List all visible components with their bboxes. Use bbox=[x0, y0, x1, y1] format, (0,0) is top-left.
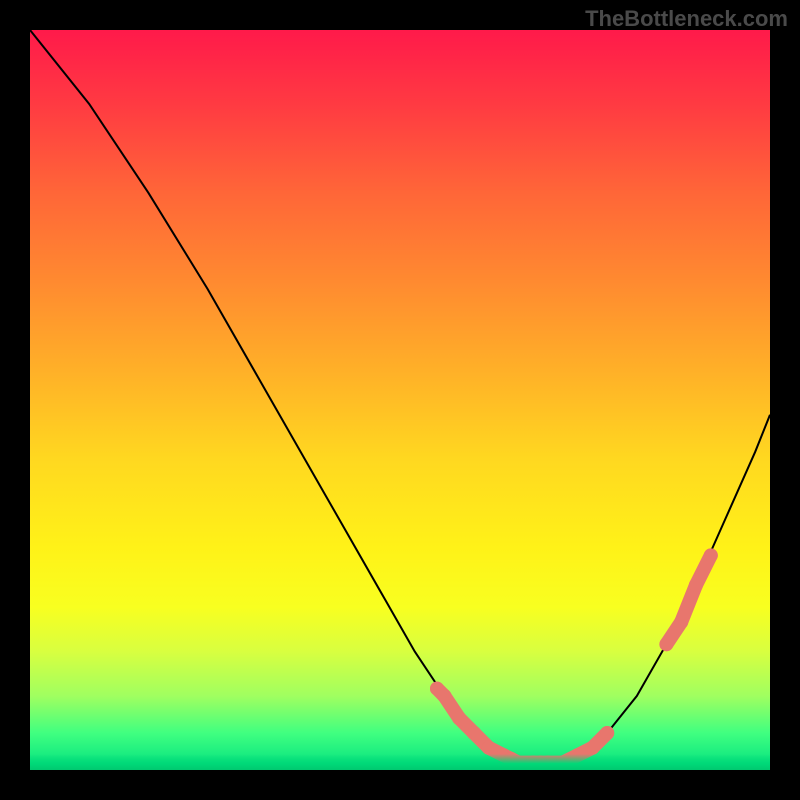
plot-area bbox=[30, 30, 770, 770]
baseline-strip bbox=[30, 754, 770, 770]
curve-svg bbox=[30, 30, 770, 770]
bottleneck-curve bbox=[30, 30, 770, 763]
watermark-text: TheBottleneck.com bbox=[585, 6, 788, 32]
highlight-markers bbox=[430, 548, 718, 769]
